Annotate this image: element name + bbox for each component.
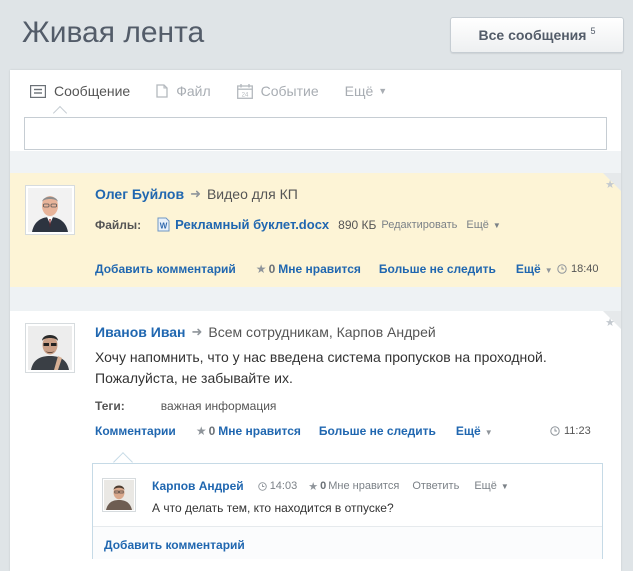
post-more-menu[interactable]: Ещё ▼ [516, 262, 553, 276]
comment-like-button[interactable]: ★ 0 Мне нравится [308, 480, 399, 493]
comments-block: Карпов Андрей 14:03 ★ 0 Мне нравится Отв… [92, 463, 603, 559]
chevron-down-icon: ▼ [484, 428, 493, 437]
post-text: Хочу напомнить, что у нас введена систем… [95, 347, 547, 389]
post-author[interactable]: Олег Буйлов [95, 186, 184, 202]
comment-footer: Добавить комментарий [93, 526, 602, 559]
post-time: 18:40 [557, 263, 599, 275]
chevron-down-icon: ▼ [492, 220, 501, 230]
more-label: Ещё [474, 480, 497, 492]
chevron-down-icon: ▼ [378, 86, 388, 96]
feed-divider [10, 287, 621, 311]
filter-label: Все сообщения [478, 27, 587, 43]
comment-like-count: 0 [320, 480, 327, 492]
comment-header: Карпов Андрей 14:03 ★ 0 Мне нравится Отв… [152, 479, 509, 493]
tags-label: Теги: [95, 399, 125, 413]
comment-time: 14:03 [257, 480, 298, 492]
feed-divider [10, 151, 621, 173]
like-button[interactable]: ★ 0 Мне нравится [196, 424, 301, 438]
unfollow-link[interactable]: Больше не следить [379, 262, 496, 276]
message-input[interactable] [24, 117, 607, 150]
favorite-star-icon[interactable]: ★ [605, 178, 615, 191]
tab-message-label: Сообщение [54, 83, 131, 99]
more-label: Ещё [455, 424, 481, 438]
file-more-link[interactable]: Ещё ▼ [466, 219, 500, 231]
more-label: Ещё [515, 262, 541, 276]
file-more-label: Ещё [466, 218, 489, 231]
post-more-menu[interactable]: Ещё ▼ [456, 424, 493, 438]
user-photo-icon [28, 326, 72, 370]
clock-icon [257, 481, 267, 491]
post-tags: Теги: важная информация [95, 399, 276, 413]
file-edit-link[interactable]: Редактировать [381, 219, 457, 231]
comment-reply-link[interactable]: Ответить [412, 480, 459, 492]
tab-file-label: Файл [176, 83, 211, 99]
avatar[interactable] [102, 478, 136, 512]
composer-tabs: Сообщение Файл 24 Событие Ещё ▼ [30, 83, 413, 99]
tab-event[interactable]: 24 Событие [236, 83, 319, 99]
post-time-value: 11:23 [564, 425, 591, 437]
add-comment-link[interactable]: Добавить комментарий [95, 262, 236, 276]
avatar[interactable] [25, 323, 75, 373]
tab-event-label: Событие [260, 83, 319, 99]
post-actions: Добавить комментарий ★ 0 Мне нравится Бо… [95, 262, 553, 276]
comment-time-value: 14:03 [269, 480, 298, 492]
chevron-down-icon: ▼ [544, 266, 553, 275]
post-header: Иванов Иван ➜ Всем сотрудникам, Карпов А… [95, 324, 436, 340]
post-text-line: Пожалуйста, не забывайте их. [95, 370, 293, 386]
comment-more-menu[interactable]: Ещё ▼ [474, 480, 508, 492]
like-label: Мне нравится [218, 424, 301, 438]
post-files: Файлы: W Рекламный буклет.docx 890 КБ Ре… [95, 217, 501, 232]
post-actions: Комментарии ★ 0 Мне нравится Больше не с… [95, 424, 493, 438]
post-time: 11:23 [550, 425, 591, 437]
chevron-down-icon: ▼ [500, 482, 509, 491]
post-text-line: Хочу напомнить, что у нас введена систем… [95, 349, 547, 365]
filter-count: 5 [590, 26, 596, 36]
tab-file[interactable]: Файл [156, 83, 211, 99]
avatar[interactable] [25, 185, 75, 235]
comment-author[interactable]: Карпов Андрей [152, 479, 244, 493]
message-icon [30, 84, 46, 98]
star-icon: ★ [195, 424, 207, 438]
tab-message[interactable]: Сообщение [30, 83, 130, 99]
comments-link[interactable]: Комментарии [95, 424, 176, 438]
file-icon [156, 84, 168, 98]
comment: Карпов Андрей 14:03 ★ 0 Мне нравится Отв… [93, 464, 602, 526]
star-icon: ★ [255, 262, 267, 276]
post-header: Олег Буйлов ➜ Видео для КП [95, 186, 298, 202]
comment-like-label: Мне нравится [328, 480, 400, 492]
tab-more[interactable]: Ещё ▼ [345, 83, 388, 99]
feed-post: ★ Олег Буйлов ➜ Видео для КП Файлы: W Ре… [10, 173, 621, 287]
file-link[interactable]: Рекламный буклет.docx [175, 217, 329, 232]
files-label: Файлы: [95, 217, 142, 232]
add-comment-link[interactable]: Добавить комментарий [104, 538, 245, 552]
post-time-value: 18:40 [571, 263, 599, 275]
feed-card: Сообщение Файл 24 Событие Ещё ▼ ★ Олег Б… [10, 70, 621, 571]
svg-text:W: W [160, 222, 168, 231]
post-destination[interactable]: Всем сотрудникам, Карпов Андрей [208, 324, 435, 340]
like-label: Мне нравится [278, 262, 361, 276]
like-count: 0 [208, 424, 216, 438]
file-size: 890 КБ [338, 217, 377, 232]
calendar-icon: 24 [236, 83, 253, 99]
user-photo-icon [28, 188, 72, 232]
star-icon: ★ [308, 480, 319, 493]
arrow-right-icon: ➜ [191, 324, 203, 339]
page-title: Живая лента [22, 16, 205, 49]
comment-text: А что делать тем, кто находится в отпуск… [152, 501, 394, 515]
svg-text:24: 24 [241, 92, 248, 98]
post-destination[interactable]: Видео для КП [207, 186, 298, 202]
clock-icon [550, 426, 560, 436]
tab-more-label: Ещё [344, 83, 374, 99]
user-photo-icon [104, 480, 134, 510]
tag-link[interactable]: важная информация [161, 399, 277, 413]
word-document-icon: W [157, 217, 170, 232]
all-messages-filter-button[interactable]: Все сообщения 5 [450, 17, 624, 53]
unfollow-link[interactable]: Больше не следить [319, 424, 436, 438]
clock-icon [557, 264, 567, 274]
arrow-right-icon: ➜ [190, 186, 201, 201]
favorite-star-icon[interactable]: ★ [605, 316, 615, 329]
like-button[interactable]: ★ 0 Мне нравится [256, 262, 361, 276]
post-author[interactable]: Иванов Иван [95, 324, 186, 340]
like-count: 0 [268, 262, 276, 276]
